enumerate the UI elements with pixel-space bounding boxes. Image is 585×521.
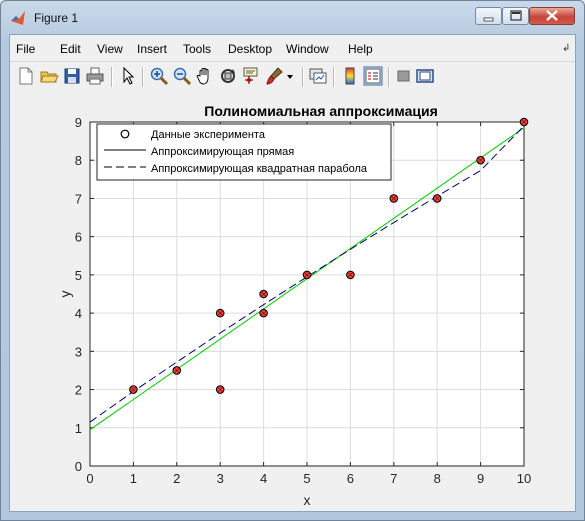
y-tick-label: 4 [75, 306, 82, 321]
figure-client-area: File Edit View Insert Tools Desktop Wind… [9, 34, 576, 512]
chart-title: Полиномиальная аппроксимация [204, 103, 438, 119]
x-tick-label: 1 [130, 471, 137, 486]
y-tick-label: 9 [75, 115, 82, 130]
y-tick-label: 0 [75, 459, 82, 474]
x-axis-label: x [304, 492, 311, 508]
figure-canvas: 0 1 2 3 4 5 6 7 8 9 10 0 1 2 3 4 5 6 7 8 9 Полиномиальная апп… [10, 92, 575, 511]
plot-svg: 0 1 2 3 4 5 6 7 8 9 10 0 1 2 3 4 5 6 7 8 9 Полиномиальная апп… [57, 103, 531, 508]
legend-entry: Аппроксимирующая квадратная парабола [151, 163, 368, 175]
x-tick-label: 0 [86, 471, 93, 486]
y-axis-label: y [57, 291, 73, 298]
figure-window: Figure 1 File Edit View Insert Tools Des… [0, 0, 585, 521]
y-tick-label: 8 [75, 153, 82, 168]
x-tick-label: 6 [347, 471, 354, 486]
x-tick-label: 4 [260, 471, 267, 486]
legend-marker-points [120, 129, 130, 139]
y-tick-label: 2 [75, 383, 82, 398]
x-tick-label: 5 [303, 471, 310, 486]
x-tick-label: 8 [434, 471, 441, 486]
x-tick-label: 3 [217, 471, 224, 486]
x-tick-label: 10 [517, 471, 531, 486]
y-tick-label: 7 [75, 191, 82, 206]
y-tick-label: 5 [75, 268, 82, 283]
y-tick-label: 3 [75, 344, 82, 359]
x-tick-label: 7 [390, 471, 397, 486]
legend-entry: Данные эксперимента [151, 129, 266, 141]
x-tick-label: 9 [477, 471, 484, 486]
legend-entry: Аппроксимирующая прямая [151, 146, 294, 158]
y-tick-label: 6 [75, 230, 82, 245]
y-tick-label: 1 [75, 421, 82, 436]
x-tick-label: 2 [173, 471, 180, 486]
